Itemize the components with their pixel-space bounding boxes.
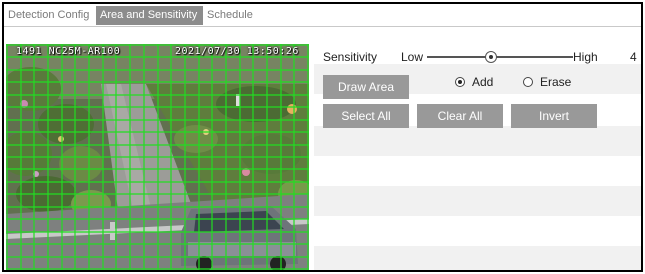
- tab-bar: Detection Config Area and Sensitivity Sc…: [4, 4, 641, 27]
- slider-track: [427, 56, 573, 58]
- draw-area-button[interactable]: Draw Area: [323, 75, 409, 99]
- detection-grid[interactable]: [6, 44, 309, 270]
- erase-radio-label: Erase: [540, 75, 572, 89]
- sensitivity-low-label: Low: [401, 50, 424, 64]
- tab-detection-config[interactable]: Detection Config: [4, 6, 94, 25]
- clear-all-button[interactable]: Clear All: [417, 104, 503, 128]
- sensitivity-slider[interactable]: [427, 48, 573, 66]
- camera-preview[interactable]: 1491 NC25M-AR100 2021/07/30 13:50:26: [6, 44, 309, 270]
- sensitivity-high-label: High: [573, 50, 598, 64]
- tab-schedule[interactable]: Schedule: [203, 6, 263, 25]
- sensitivity-value: 4: [630, 50, 637, 64]
- osd-channel-name: 1491 NC25M-AR100: [16, 46, 121, 57]
- sensitivity-label: Sensitivity: [323, 50, 378, 64]
- slider-thumb[interactable]: [485, 51, 497, 63]
- settings-panel: Sensitivity Low High 4 Draw Area Add Era…: [314, 42, 641, 270]
- invert-button[interactable]: Invert: [511, 104, 597, 128]
- osd-timestamp: 2021/07/30 13:50:26: [175, 46, 299, 57]
- add-radio[interactable]: [455, 77, 465, 87]
- tab-area-and-sensitivity[interactable]: Area and Sensitivity: [96, 6, 203, 25]
- row-stripe: [314, 126, 641, 156]
- motion-detection-settings: Detection Config Area and Sensitivity Sc…: [2, 2, 643, 272]
- select-all-button[interactable]: Select All: [323, 104, 409, 128]
- add-radio-label: Add: [472, 75, 494, 89]
- row-stripe: [314, 246, 641, 270]
- row-stripe: [314, 186, 641, 216]
- erase-radio[interactable]: [523, 77, 533, 87]
